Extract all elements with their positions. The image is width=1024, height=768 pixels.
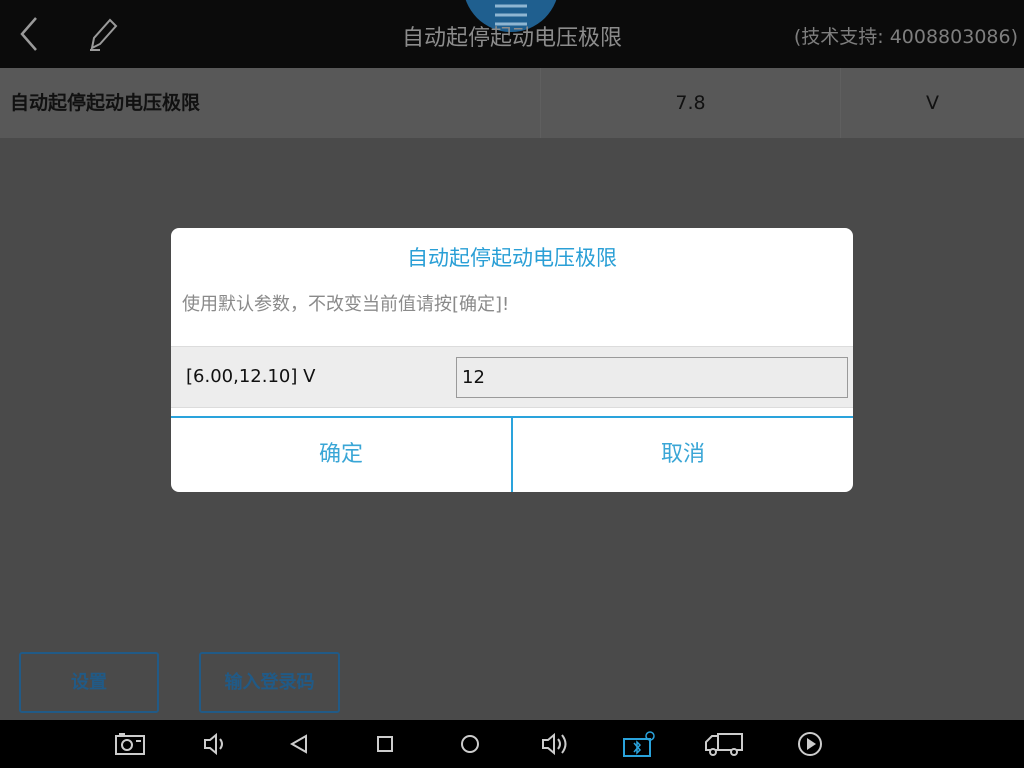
parameter-row[interactable]: 自动起停起动电压极限 7.8 V bbox=[0, 68, 1024, 138]
title-bar: 自动起停起动电压极限 (技术支持: 4008803086) bbox=[0, 0, 1024, 68]
dialog-title: 自动起停起动电压极限 bbox=[407, 246, 617, 270]
camera-screenshot-icon[interactable] bbox=[114, 730, 145, 758]
dialog-message: 使用默认参数，不改变当前值请按[确定]! bbox=[182, 294, 510, 315]
triangle-back-icon[interactable] bbox=[286, 730, 316, 758]
settings-button[interactable]: 设置 bbox=[19, 652, 159, 713]
bluetooth-vci-icon[interactable] bbox=[622, 730, 656, 758]
parameter-value: 7.8 bbox=[540, 68, 840, 138]
support-hotline: (技术支持: 4008803086) bbox=[793, 26, 1018, 48]
cancel-button[interactable]: 取消 bbox=[513, 418, 853, 492]
volume-up-icon[interactable] bbox=[540, 730, 570, 758]
value-range-label: [6.00,12.10] V bbox=[186, 366, 316, 387]
input-dialog: 自动起停起动电压极限 使用默认参数，不改变当前值请按[确定]! [6.00,12… bbox=[171, 228, 853, 492]
system-navigation-bar bbox=[0, 720, 1024, 768]
app-root: 自动起停起动电压极限 (技术支持: 4008803086) 自动起停起动电压极限… bbox=[0, 0, 1024, 768]
value-input-row: [6.00,12.10] V bbox=[171, 346, 853, 408]
parameter-name: 自动起停起动电压极限 bbox=[10, 92, 201, 114]
parameter-unit: V bbox=[840, 68, 1024, 138]
truck-icon[interactable] bbox=[704, 730, 744, 758]
volume-down-icon[interactable] bbox=[200, 730, 230, 758]
square-recent-icon[interactable] bbox=[370, 730, 400, 758]
ok-button[interactable]: 确定 bbox=[171, 418, 511, 492]
play-circle-icon[interactable] bbox=[795, 730, 825, 758]
enter-login-code-button[interactable]: 输入登录码 bbox=[199, 652, 340, 713]
circle-home-icon[interactable] bbox=[455, 730, 485, 758]
value-input[interactable] bbox=[456, 357, 848, 398]
